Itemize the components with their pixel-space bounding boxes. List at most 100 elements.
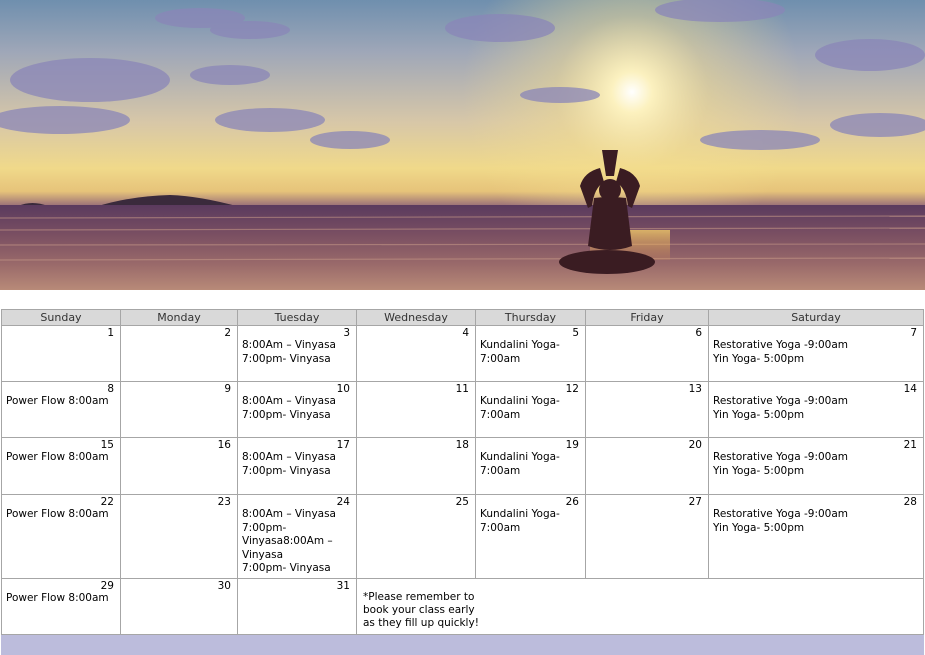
- note-line: book your class early: [363, 603, 475, 616]
- class-event: Kundalini Yoga-: [480, 451, 560, 463]
- footer-band: [1, 633, 924, 655]
- day-cell[interactable]: 5 Kundalini Yoga- 7:00am: [475, 325, 586, 382]
- day-cell[interactable]: 6: [585, 325, 709, 382]
- class-event: 7:00pm- Vinyasa: [242, 562, 331, 574]
- day-cell[interactable]: 9: [120, 381, 238, 438]
- day-number: 27: [688, 496, 702, 508]
- class-event: Yin Yoga- 5:00pm: [713, 521, 805, 534]
- class-event: 7:00am: [480, 352, 521, 365]
- class-event: 7:00pm- Vinyasa: [242, 408, 331, 421]
- day-cell[interactable]: 8 Power Flow 8:00am: [1, 381, 121, 438]
- day-number: 24: [336, 496, 350, 508]
- day-cell[interactable]: 26 Kundalini Yoga- 7:00am: [475, 494, 586, 579]
- yoga-class-calendar: Sunday Monday Tuesday Wednesday Thursday…: [1, 309, 924, 655]
- calendar-week-row: 8 Power Flow 8:00am 9 10 8:00Am – Vinyasa 7:0…: [1, 381, 924, 438]
- day-cell[interactable]: 31: [237, 577, 357, 635]
- day-cell[interactable]: 13: [585, 381, 709, 438]
- day-number: 6: [695, 327, 702, 339]
- day-number: 11: [455, 383, 469, 395]
- day-number: 12: [565, 383, 579, 395]
- day-number: 7: [910, 327, 917, 339]
- weekday-header: Monday: [120, 309, 238, 326]
- day-cell[interactable]: 17 8:00Am – Vinyasa 7:00pm- Vinyasa: [237, 437, 357, 495]
- day-cell[interactable]: 30: [120, 577, 238, 635]
- class-event: Restorative Yoga -9:00am: [713, 339, 849, 351]
- day-number: 1: [107, 327, 114, 339]
- day-number: 15: [100, 439, 114, 451]
- class-event: Restorative Yoga -9:00am: [713, 451, 849, 463]
- class-event: Restorative Yoga -9:00am: [713, 395, 849, 407]
- note-line: as they fill up quickly!: [363, 616, 479, 629]
- day-cell[interactable]: 1: [1, 325, 121, 382]
- weekday-header: Saturday: [708, 309, 924, 326]
- day-number: 10: [336, 383, 350, 395]
- day-cell[interactable]: 21 Restorative Yoga -9:00am Yin Yoga- 5:00…: [708, 437, 924, 495]
- day-cell[interactable]: 23: [120, 494, 238, 579]
- weekday-header: Thursday: [475, 309, 586, 326]
- day-number: 9: [224, 383, 231, 395]
- class-event: Vinyasa: [242, 548, 284, 561]
- day-cell[interactable]: 20: [585, 437, 709, 495]
- class-event: 7:00am: [480, 408, 521, 421]
- day-number: 28: [903, 496, 917, 508]
- day-cell[interactable]: 3 8:00Am – Vinyasa 7:00pm- Vinyasa: [237, 325, 357, 382]
- banner-image: [0, 0, 925, 290]
- day-number: 19: [565, 439, 579, 451]
- class-event: 8:00Am – Vinyasa: [242, 395, 336, 407]
- day-number: 17: [336, 439, 350, 451]
- class-event: 8:00Am – Vinyasa: [242, 508, 336, 520]
- class-event: 7:00pm- Vinyasa: [242, 464, 331, 477]
- class-event: 8:00Am – Vinyasa: [242, 451, 336, 463]
- day-cell[interactable]: 10 8:00Am – Vinyasa 7:00pm- Vinyasa: [237, 381, 357, 438]
- weekday-header: Friday: [585, 309, 709, 326]
- day-number: 4: [462, 327, 469, 339]
- day-cell[interactable]: 11: [356, 381, 476, 438]
- weekday-header-row: Sunday Monday Tuesday Wednesday Thursday…: [1, 309, 924, 326]
- day-cell[interactable]: 27: [585, 494, 709, 579]
- day-cell[interactable]: 19 Kundalini Yoga- 7:00am: [475, 437, 586, 495]
- day-cell[interactable]: 14 Restorative Yoga -9:00am Yin Yoga- 5:00…: [708, 381, 924, 438]
- class-event: Yin Yoga- 5:00pm: [713, 464, 805, 477]
- day-number: 13: [688, 383, 702, 395]
- class-event: Vinyasa8:00Am –: [242, 535, 333, 547]
- day-cell[interactable]: 12 Kundalini Yoga- 7:00am: [475, 381, 586, 438]
- class-event: 7:00am: [480, 521, 521, 534]
- class-event: Kundalini Yoga-: [480, 508, 560, 520]
- day-cell[interactable]: 29 Power Flow 8:00am: [1, 577, 121, 635]
- spacer: [0, 290, 925, 310]
- class-event: Kundalini Yoga-: [480, 339, 560, 351]
- day-cell[interactable]: 4: [356, 325, 476, 382]
- class-event: Power Flow 8:00am: [6, 508, 109, 520]
- day-cell[interactable]: 2: [120, 325, 238, 382]
- day-cell[interactable]: 22 Power Flow 8:00am: [1, 494, 121, 579]
- day-cell[interactable]: 7 Restorative Yoga -9:00am Yin Yoga- 5:00p…: [708, 325, 924, 382]
- day-cell[interactable]: 25: [356, 494, 476, 579]
- day-number: 16: [217, 439, 231, 451]
- day-number: 26: [565, 496, 579, 508]
- day-cell[interactable]: 28 Restorative Yoga -9:00am Yin Yoga- 5:00…: [708, 494, 924, 579]
- day-number: 31: [336, 579, 350, 592]
- class-event: Yin Yoga- 5:00pm: [713, 352, 805, 365]
- class-event: Power Flow 8:00am: [6, 395, 109, 407]
- class-event: Power Flow 8:00am: [6, 451, 109, 463]
- class-event: 7:00pm- Vinyasa: [242, 352, 331, 365]
- day-number: 5: [572, 327, 579, 339]
- class-event: 7:00am: [480, 464, 521, 477]
- class-event: 7:00pm-: [242, 521, 287, 534]
- day-cell[interactable]: 18: [356, 437, 476, 495]
- day-cell[interactable]: 16: [120, 437, 238, 495]
- day-number: 8: [107, 383, 114, 395]
- day-cell[interactable]: 24 8:00Am – Vinyasa 7:00pm- Vinyasa8:00Am –…: [237, 494, 357, 579]
- note-line: *Please remember to: [363, 590, 475, 603]
- day-number: 22: [100, 496, 114, 508]
- day-number: 20: [688, 439, 702, 451]
- calendar-week-row: 29 Power Flow 8:00am 30 31 *Please remember …: [1, 577, 924, 635]
- day-number: 2: [224, 327, 231, 339]
- class-event: Restorative Yoga -9:00am: [713, 508, 849, 520]
- day-number: 3: [343, 327, 350, 339]
- class-event: Yin Yoga- 5:00pm: [713, 408, 805, 421]
- beach-sunset-illustration: [0, 0, 925, 290]
- day-cell[interactable]: 15 Power Flow 8:00am: [1, 437, 121, 495]
- class-event: 8:00Am – Vinyasa: [242, 339, 336, 351]
- day-number: 30: [217, 579, 231, 592]
